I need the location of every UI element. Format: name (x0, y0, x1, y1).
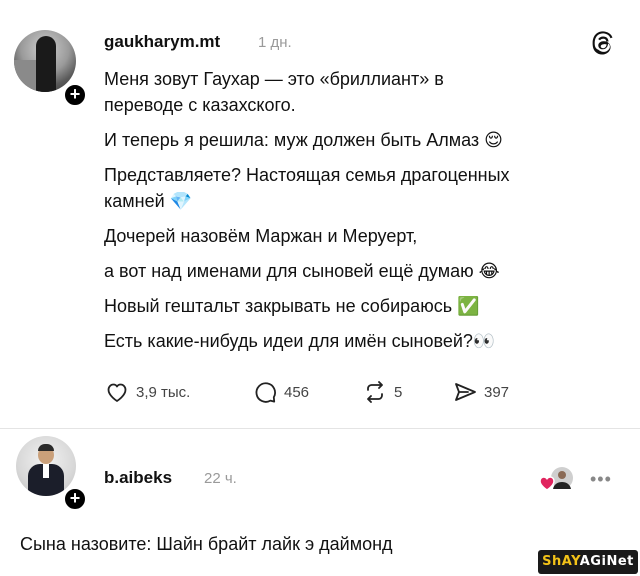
watermark-part2: AGiNet (579, 554, 634, 569)
comment-bubble-icon (255, 382, 276, 403)
post-time: 1 дн. (258, 34, 292, 51)
reply-username[interactable]: b.aibeks (104, 468, 172, 488)
avatar-background (14, 60, 36, 92)
post-line: Новый гештальт закрывать не собираюсь ✅ (104, 296, 480, 316)
avatar-shirt (43, 464, 49, 478)
post-line: а вот над именами для сыновей ещё думаю … (104, 261, 500, 281)
follow-plus-button[interactable]: + (62, 82, 88, 108)
divider (0, 428, 640, 429)
post-line: Представляете? Настоящая семья драгоценн… (104, 165, 510, 185)
comment-button[interactable]: 456 (252, 378, 309, 406)
post-actions: 3,9 тыс. 456 5 397 (104, 378, 544, 406)
avatar-hair (38, 444, 54, 451)
reply-time: 22 ч. (204, 470, 237, 487)
post-line: Дочерей назовём Маржан и Меруерт, (104, 226, 418, 246)
comments-count: 456 (284, 383, 310, 401)
repost-button[interactable]: 5 (362, 378, 402, 406)
post-line: камней 💎 (104, 191, 193, 211)
share-button[interactable]: 397 (452, 378, 509, 406)
threads-logo-icon[interactable] (590, 30, 616, 56)
post-line: переводе с казахского. (104, 95, 296, 115)
post-line: И теперь я решила: муж должен быть Алмаз… (104, 130, 503, 150)
post-username[interactable]: gaukharym.mt (104, 32, 220, 52)
heart-icon (107, 383, 127, 402)
reply-text: Сына назовите: Шайн брайт лайк э даймонд (20, 534, 393, 554)
watermark-part1: ShAY (542, 554, 580, 569)
shares-count: 397 (484, 383, 510, 401)
share-icon (455, 383, 476, 401)
follow-plus-button[interactable]: + (62, 486, 88, 512)
repost-icon (367, 381, 383, 403)
post-line: Есть какие-нибудь идеи для имён сыновей?… (104, 331, 496, 351)
threads-post: + gaukharym.mt 1 дн. Меня зовут Гаухар —… (0, 0, 640, 430)
avatar-figure (36, 36, 56, 92)
post-text: Меня зовут Гаухар — это «бриллиант» в пе… (104, 66, 624, 354)
reposts-count: 5 (394, 383, 403, 401)
watermark-logo: ShAYAGiNet (538, 550, 638, 574)
author-avatar[interactable] (14, 30, 76, 92)
liked-by-author-icon (539, 467, 573, 491)
more-dots-icon[interactable]: ••• (590, 470, 612, 488)
reply-author-avatar[interactable] (16, 436, 76, 496)
post-line: Меня зовут Гаухар — это «бриллиант» в (104, 69, 444, 89)
like-button[interactable]: 3,9 тыс. (104, 378, 190, 406)
likes-count: 3,9 тыс. (136, 383, 191, 401)
